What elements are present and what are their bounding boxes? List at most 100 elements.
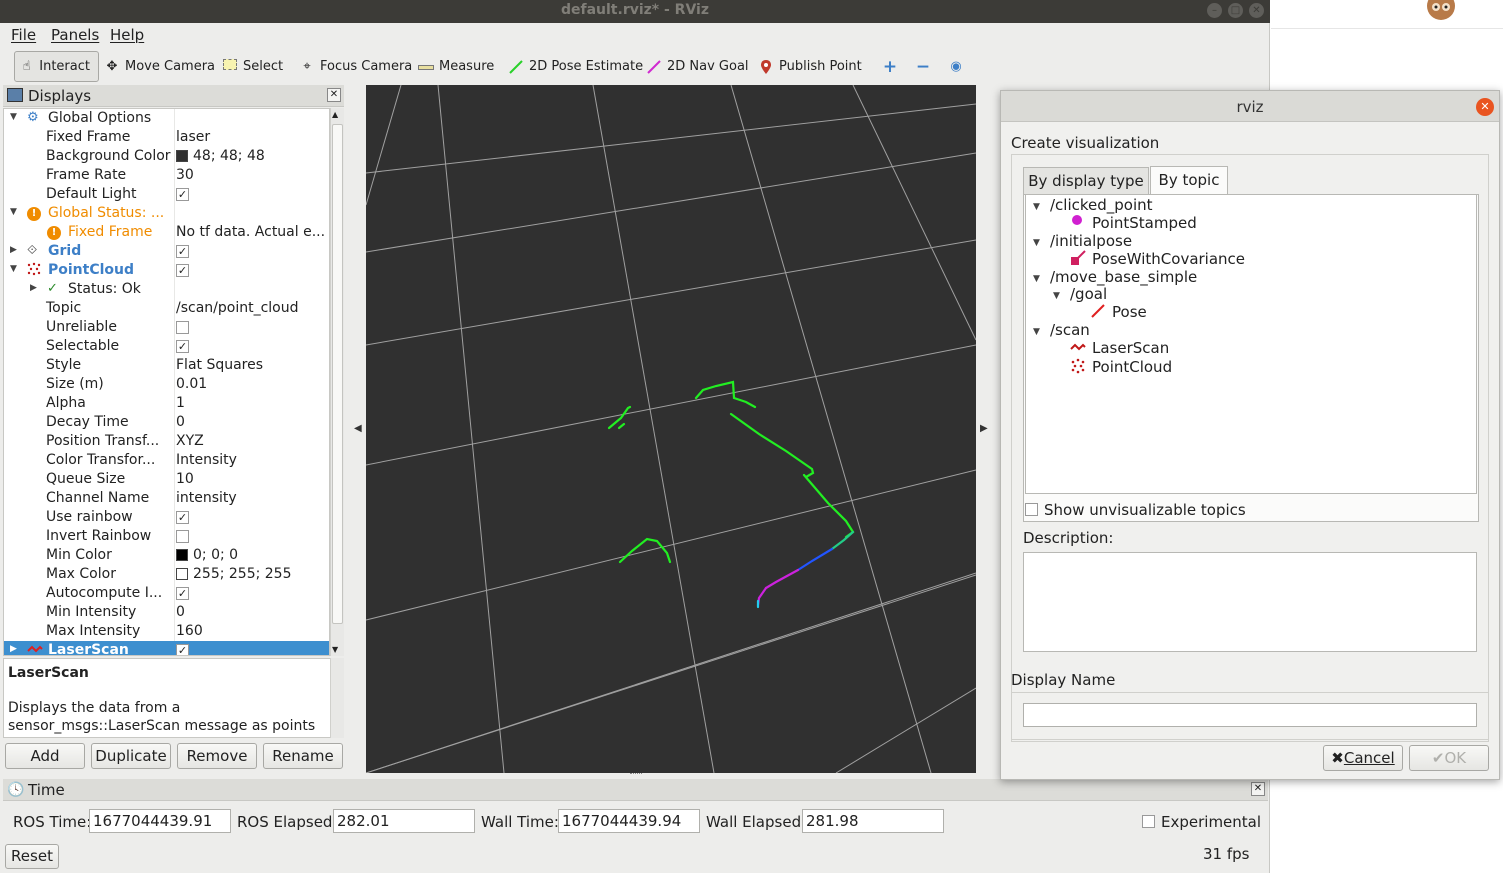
close-icon[interactable]: ✕ [1251, 782, 1265, 796]
tab-by-display-type[interactable]: By display type [1023, 167, 1149, 195]
display-row[interactable]: Fixed Frame laser [4, 128, 329, 147]
expand-arrow-icon[interactable]: ▼ [1033, 327, 1040, 337]
remove-button[interactable]: Remove [177, 743, 257, 769]
display-row-value[interactable]: 0 [176, 604, 185, 620]
display-row[interactable]: Max Intensity 160 [4, 622, 329, 641]
display-row[interactable]: Use rainbow ✓ [4, 508, 329, 527]
topic-type-laser-scan[interactable]: LaserScan [1092, 339, 1169, 357]
collapse-right-icon[interactable]: ▶ [980, 423, 988, 434]
topic-type-point-stamped[interactable]: PointStamped [1092, 214, 1197, 232]
display-row-value[interactable] [176, 528, 189, 544]
display-row-value[interactable]: 48; 48; 48 [176, 148, 265, 164]
tab-by-topic[interactable]: By topic [1150, 166, 1228, 195]
panels-visibility-button[interactable]: ◉ [948, 51, 969, 82]
topic-move-base-simple[interactable]: /move_base_simple [1050, 268, 1197, 286]
menu-file[interactable]: File [11, 26, 36, 44]
expand-arrow-icon[interactable]: ▼ [1033, 238, 1040, 248]
close-icon[interactable]: ✕ [1249, 3, 1264, 18]
display-row-value[interactable]: Flat Squares [176, 357, 263, 373]
display-row-value[interactable]: No tf data. Actual e... [176, 224, 325, 240]
close-icon[interactable]: ✕ [1476, 98, 1494, 116]
menu-panels[interactable]: Panels [51, 26, 99, 44]
display-checkbox[interactable]: ✓ [176, 339, 189, 353]
display-row[interactable]: Background Color 48; 48; 48 [4, 147, 329, 166]
display-row-value[interactable]: 0.01 [176, 376, 207, 392]
display-row[interactable]: Autocompute I... ✓ [4, 584, 329, 603]
display-row-value[interactable]: 1 [176, 395, 185, 411]
tool-2d-pose-estimate[interactable]: 2D Pose Estimate [508, 51, 643, 82]
display-row[interactable]: Default Light ✓ [4, 185, 329, 204]
scrollbar-thumb[interactable] [332, 124, 343, 624]
topic-scan[interactable]: /scan [1050, 321, 1090, 339]
display-row[interactable]: Frame Rate 30 [4, 166, 329, 185]
display-row[interactable]: ▶ ⟐ Grid ✓ [4, 242, 329, 261]
add-button[interactable]: Add [5, 743, 85, 769]
avatar[interactable] [1423, 0, 1460, 22]
tool-move-camera[interactable]: ✥ Move Camera [104, 51, 215, 82]
wall-elapsed-field[interactable]: 281.98 [802, 809, 944, 833]
rename-button[interactable]: Rename [263, 743, 343, 769]
display-row[interactable]: Position Transf... XYZ [4, 432, 329, 451]
display-row-value[interactable]: Intensity [176, 452, 237, 468]
display-row-value[interactable]: ✓ [176, 243, 189, 259]
cancel-button[interactable]: ✖Cancel [1323, 745, 1403, 771]
reset-button[interactable]: Reset [5, 844, 59, 869]
display-row-value[interactable]: 160 [176, 623, 203, 639]
display-row-value[interactable]: 0; 0; 0 [176, 547, 238, 563]
maximize-icon[interactable]: □ [1228, 3, 1243, 18]
display-checkbox[interactable]: ✓ [176, 187, 189, 201]
tool-interact[interactable]: ☝ Interact [14, 51, 99, 82]
display-checkbox[interactable]: ✓ [176, 263, 189, 277]
scroll-up-icon[interactable]: ▲ [332, 110, 338, 119]
display-checkbox[interactable]: ✓ [176, 586, 189, 600]
ok-button[interactable]: ✔OK [1409, 745, 1489, 771]
display-row-value[interactable]: ✓ [176, 642, 189, 655]
display-row[interactable]: Min Color 0; 0; 0 [4, 546, 329, 565]
display-checkbox[interactable]: ✓ [176, 643, 189, 655]
topic-type-point-cloud[interactable]: PointCloud [1092, 358, 1172, 376]
display-row[interactable]: ▼! Global Status: ... [4, 204, 329, 223]
expand-arrow-icon[interactable]: ▶ [10, 644, 17, 654]
display-row-value[interactable]: ✓ [176, 186, 189, 202]
render-viewport[interactable] [366, 85, 976, 773]
expand-arrow-icon[interactable]: ▼ [10, 112, 17, 122]
collapse-left-icon[interactable]: ◀ [354, 423, 362, 434]
topic-initialpose[interactable]: /initialpose [1050, 232, 1132, 250]
displays-scrollbar[interactable]: ▲ ▼ [330, 108, 344, 656]
display-row[interactable]: Unreliable [4, 318, 329, 337]
display-checkbox[interactable]: ✓ [176, 244, 189, 258]
display-row[interactable]: Queue Size 10 [4, 470, 329, 489]
display-row-value[interactable]: 30 [176, 167, 194, 183]
display-row-value[interactable]: laser [176, 129, 210, 145]
ros-elapsed-field[interactable]: 282.01 [333, 809, 475, 833]
display-row[interactable]: ▶ ✓ Status: Ok [4, 280, 329, 299]
display-checkbox[interactable] [176, 320, 189, 334]
display-row-value[interactable]: 10 [176, 471, 194, 487]
display-row-value[interactable]: XYZ [176, 433, 204, 449]
display-row[interactable]: Selectable ✓ [4, 337, 329, 356]
ros-time-field[interactable]: 1677044439.91 [89, 809, 231, 833]
show-unvisualizable-checkbox[interactable] [1025, 503, 1038, 516]
expand-arrow-icon[interactable]: ▼ [1053, 291, 1060, 301]
tool-focus-camera[interactable]: ⌖ Focus Camera [299, 51, 412, 82]
display-row[interactable]: Alpha 1 [4, 394, 329, 413]
display-name-input[interactable] [1023, 703, 1477, 727]
topic-clicked-point[interactable]: /clicked_point [1050, 196, 1153, 214]
display-row-value[interactable]: ✓ [176, 509, 189, 525]
splitter-handle[interactable] [630, 773, 642, 776]
display-row-value[interactable]: 0 [176, 414, 185, 430]
topic-type-pose[interactable]: Pose [1112, 303, 1147, 321]
expand-arrow-icon[interactable]: ▼ [10, 264, 17, 274]
display-row-value[interactable]: intensity [176, 490, 237, 506]
display-row[interactable]: Max Color 255; 255; 255 [4, 565, 329, 584]
display-row[interactable]: Channel Name intensity [4, 489, 329, 508]
display-checkbox[interactable]: ✓ [176, 510, 189, 524]
add-tool-button[interactable]: + [882, 51, 903, 82]
tool-publish-point[interactable]: Publish Point [758, 51, 862, 82]
display-row[interactable]: Size (m) 0.01 [4, 375, 329, 394]
tool-select[interactable]: Select [222, 51, 283, 82]
display-row-value[interactable]: 255; 255; 255 [176, 566, 292, 582]
display-row[interactable]: ▼ PointCloud ✓ [4, 261, 329, 280]
tool-measure[interactable]: Measure [418, 51, 494, 82]
display-checkbox[interactable] [176, 529, 189, 543]
